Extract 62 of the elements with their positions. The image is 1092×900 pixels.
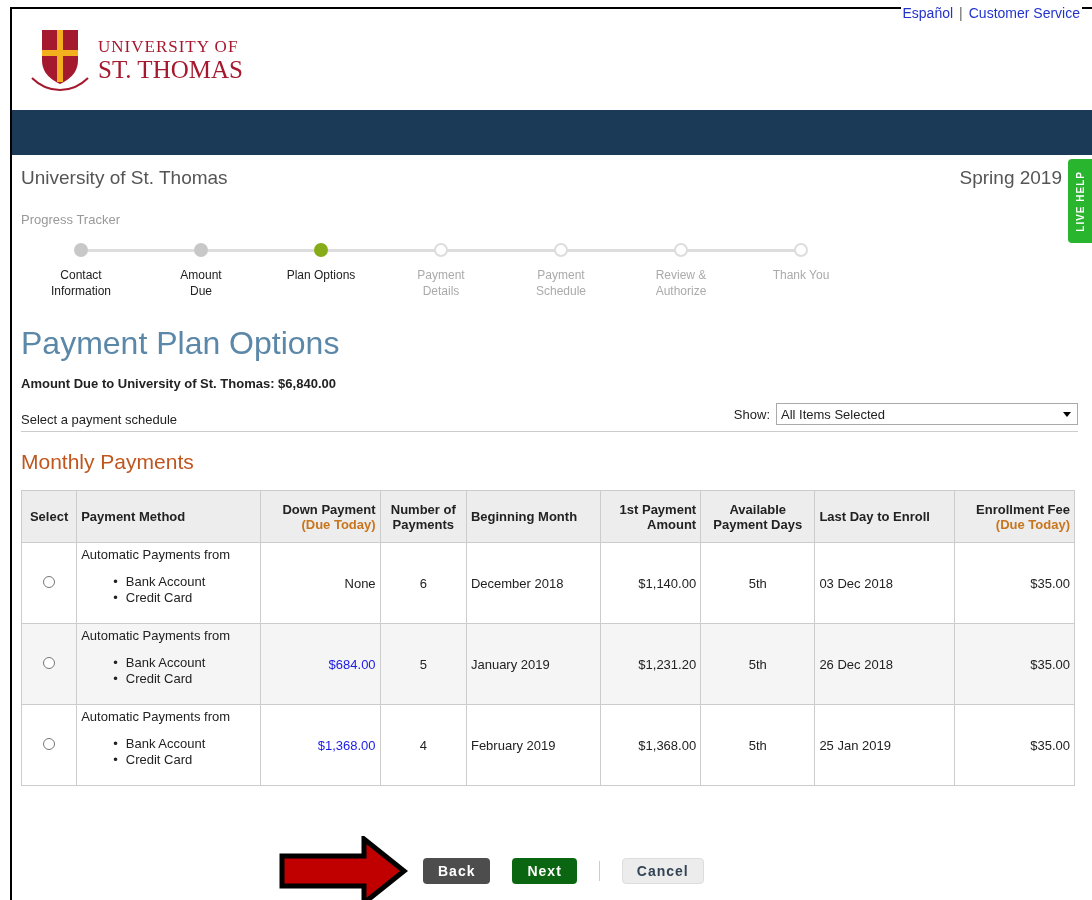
show-dropdown[interactable]: All Items Selected xyxy=(776,403,1078,425)
column-header: Last Day to Enroll xyxy=(814,490,955,543)
table-cell: 5th xyxy=(700,542,815,624)
table-cell: $35.00 xyxy=(954,623,1075,705)
page-title: Payment Plan Options xyxy=(21,325,341,362)
step-label: Review & Authorize xyxy=(655,267,707,299)
table-cell: Automatic Payments from • Bank Account • Credit Card xyxy=(76,704,261,786)
radio-button[interactable] xyxy=(43,575,56,588)
action-button[interactable]: Back xyxy=(423,858,491,884)
column-header: Available Payment Days xyxy=(700,490,815,543)
tracker-label: Progress Tracker xyxy=(21,212,121,227)
table-cell: 26 Dec 2018 xyxy=(814,623,955,705)
logo-text: ST. THOMAS xyxy=(98,56,243,83)
table-cell: 5th xyxy=(700,704,815,786)
amount-link[interactable]: $684.00 xyxy=(328,656,376,672)
step-label: Contact Information xyxy=(51,267,111,299)
table-cell: Automatic Payments from • Bank Account • Credit Card xyxy=(76,623,261,705)
table-cell: $1,231.20 xyxy=(600,623,701,705)
table-cell: $1,140.00 xyxy=(600,542,701,624)
amount-link[interactable]: $1,368.00 xyxy=(317,737,376,753)
column-header: Down Payment (Due Today) xyxy=(260,490,381,543)
step-label: Thank You xyxy=(772,267,830,283)
table-cell: 6 xyxy=(380,542,467,624)
step-label: Payment Schedule xyxy=(535,267,586,299)
table-cell: 03 Dec 2018 xyxy=(814,542,955,624)
column-header: Select xyxy=(21,490,77,543)
table-cell: February 2019 xyxy=(466,704,601,786)
column-header: Enrollment Fee (Due Today) xyxy=(954,490,1075,543)
section-title: Monthly Payments xyxy=(21,450,195,474)
table-cell: 5 xyxy=(380,623,467,705)
table-cell: Automatic Payments from • Bank Account • Credit Card xyxy=(76,542,261,624)
table-cell: 5th xyxy=(700,623,815,705)
header-link[interactable]: Español xyxy=(902,5,954,21)
table-cell: $35.00 xyxy=(954,542,1075,624)
action-button[interactable]: Cancel xyxy=(621,858,704,884)
table-cell: 4 xyxy=(380,704,467,786)
step-label: Amount Due xyxy=(180,267,222,299)
table-cell: None xyxy=(260,542,381,624)
table-cell: $1,368.00 xyxy=(600,704,701,786)
table-cell: $35.00 xyxy=(954,704,1075,786)
radio-button[interactable] xyxy=(43,737,56,750)
term-label: Spring 2019 xyxy=(959,167,1062,189)
column-header: Number of Payments xyxy=(380,490,467,543)
amount-due: Amount Due to University of St. Thomas: $6,840.00 xyxy=(21,376,337,391)
radio-button[interactable] xyxy=(43,656,56,669)
column-header: Beginning Month xyxy=(466,490,601,543)
show-label: Show: xyxy=(733,406,770,422)
column-header: Payment Method xyxy=(76,490,261,543)
schedule-prompt: Select a payment schedule xyxy=(21,412,178,427)
column-header: 1st Payment Amount xyxy=(600,490,701,543)
table-cell: 25 Jan 2019 xyxy=(814,704,955,786)
link-separator: | xyxy=(959,5,963,21)
table-cell: January 2019 xyxy=(466,623,601,705)
caret-icon xyxy=(1063,411,1071,417)
step-label: Payment Details xyxy=(417,267,465,299)
table-cell: December 2018 xyxy=(466,542,601,624)
logo-text: UNIVERSITY OF xyxy=(98,36,240,57)
school-name: University of St. Thomas xyxy=(21,167,228,189)
action-button[interactable]: Next xyxy=(512,858,577,884)
header-link[interactable]: Customer Service xyxy=(968,5,1080,21)
step-label: Plan Options xyxy=(286,267,356,283)
crest-icon xyxy=(30,27,90,92)
